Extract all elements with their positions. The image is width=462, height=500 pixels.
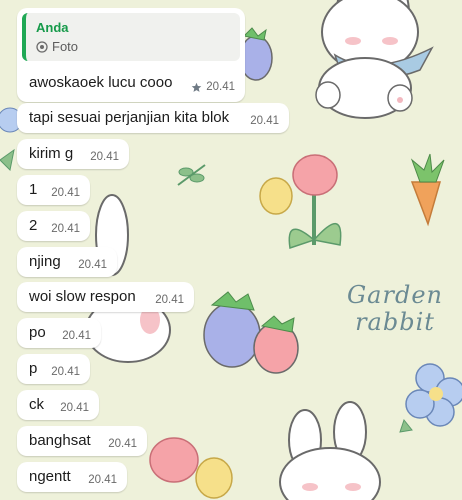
message-bubble[interactable]: ck 20.41 <box>17 390 99 420</box>
message-text: ngentt <box>29 468 71 485</box>
quoted-media: Foto <box>36 39 78 54</box>
message-text: po <box>29 324 46 341</box>
message-bubble[interactable]: banghsat 20.41 <box>17 426 147 456</box>
message-time: 20.41 <box>51 366 80 378</box>
message-time: 20.41 <box>206 81 235 93</box>
message-bubble[interactable]: ngentt 20.41 <box>17 462 127 492</box>
message-time: 20.41 <box>60 402 89 414</box>
reply-message-bubble[interactable]: Anda Foto awoskaoek lucu cooo 20.41 <box>17 8 245 102</box>
message-time: 20.41 <box>51 187 80 199</box>
message-text: awoskaoek lucu cooo <box>29 74 173 91</box>
message-bubble[interactable]: p 20.41 <box>17 354 90 384</box>
camera-icon <box>36 40 48 53</box>
message-time: 20.41 <box>108 438 137 450</box>
message-text: njing <box>29 253 61 270</box>
message-time: 20.41 <box>88 474 117 486</box>
message-text: 1 <box>29 181 38 198</box>
star-icon <box>191 82 202 92</box>
message-text: ck <box>29 396 44 413</box>
message-time: 20.41 <box>78 259 107 271</box>
wallpaper-caption-line-1: Garden <box>347 281 443 309</box>
message-bubble[interactable]: 1 20.41 <box>17 175 90 205</box>
message-time: 20.41 <box>90 151 119 163</box>
message-bubble[interactable]: njing 20.41 <box>17 247 117 277</box>
wallpaper-caption-line-2: rabbit <box>355 308 435 336</box>
message-text: p <box>29 360 38 377</box>
message-bubble[interactable]: po 20.41 <box>17 318 101 348</box>
message-bubble[interactable]: tapi sesuai perjanjian kita blok 20.41 <box>17 103 289 133</box>
message-time: 20.41 <box>51 223 80 235</box>
wallpaper-caption: Garden rabbit <box>340 282 450 336</box>
message-time: 20.41 <box>250 115 279 127</box>
message-bubble[interactable]: 2 20.41 <box>17 211 90 241</box>
message-text: 2 <box>29 217 38 234</box>
quoted-author: Anda <box>36 20 69 35</box>
message-bubble[interactable]: woi slow respon 20.41 <box>17 282 194 312</box>
message-text: woi slow respon <box>29 288 136 305</box>
message-time: 20.41 <box>155 294 184 306</box>
message-text: kirim g <box>29 145 74 162</box>
message-text: tapi sesuai perjanjian kita blok <box>29 109 230 126</box>
quoted-message[interactable]: Anda Foto <box>22 13 240 61</box>
message-text: banghsat <box>29 432 91 449</box>
message-bubble[interactable]: kirim g 20.41 <box>17 139 129 169</box>
quoted-media-label: Foto <box>52 39 79 54</box>
message-meta: 20.41 <box>191 81 235 93</box>
message-time: 20.41 <box>62 330 91 342</box>
